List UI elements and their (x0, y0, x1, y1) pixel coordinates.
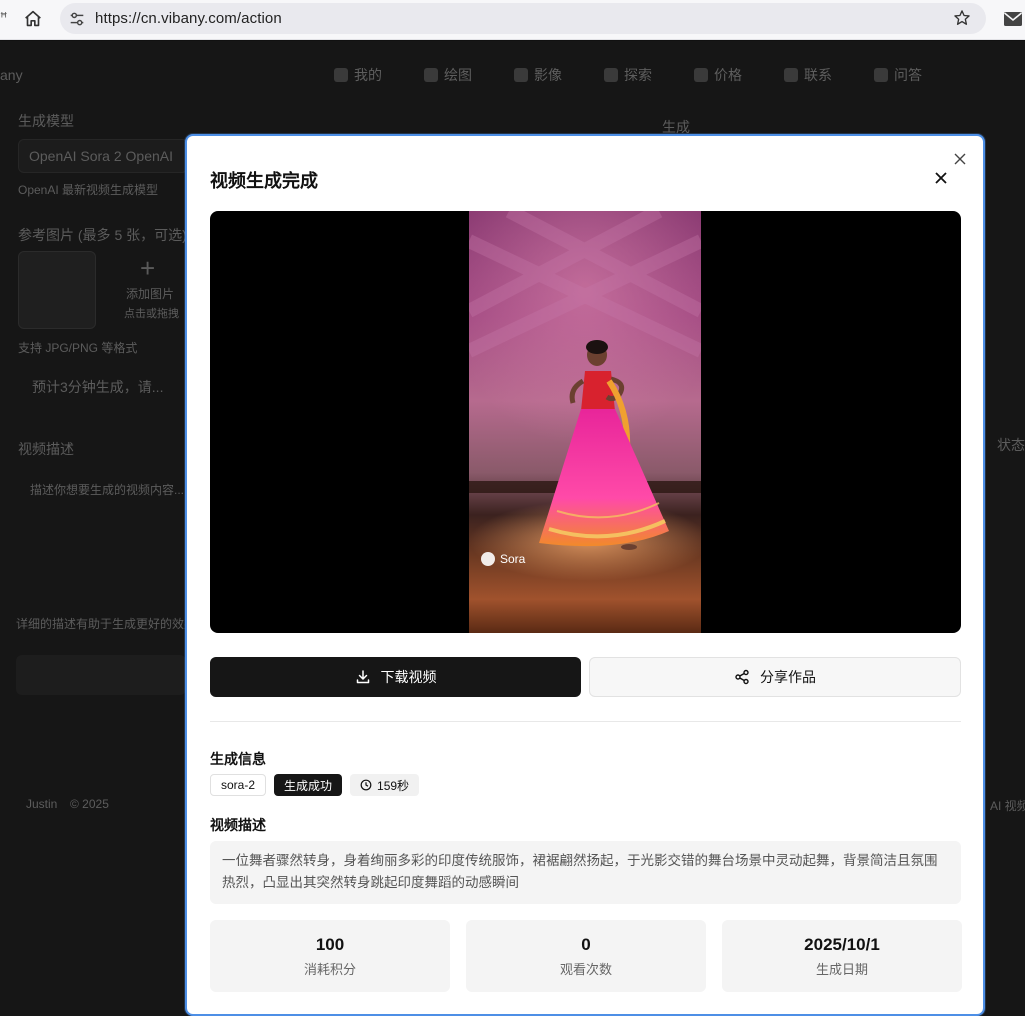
duration-tag: 159秒 (350, 774, 420, 796)
sora-watermark: Sora (481, 552, 525, 566)
add-image-plus-icon[interactable]: + (140, 253, 155, 284)
download-label: 下载视频 (380, 669, 437, 685)
download-video-button[interactable]: 下载视频 (210, 657, 581, 697)
model-hint: OpenAI 最新视频生成模型 (18, 183, 159, 197)
video-description: 一位舞者骤然转身，身着绚丽多彩的印度传统服饰，裙裾翩然扬起，于光影交错的舞台场景… (210, 841, 961, 904)
share-work-button[interactable]: 分享作品 (589, 657, 961, 697)
nav-item-faq[interactable]: 问答 (874, 65, 922, 85)
nav-item-contact[interactable]: 联系 (784, 65, 832, 85)
mail-icon[interactable] (1003, 11, 1023, 27)
share-label: 分享作品 (760, 669, 816, 685)
formats-hint: 支持 JPG/PNG 等格式 (18, 341, 138, 355)
model-select[interactable]: OpenAI Sora 2 OpenAI (18, 139, 188, 173)
video-frame: Sora (469, 211, 701, 633)
nav-item-pricing[interactable]: 价格 (694, 65, 742, 85)
stat-date-value: 2025/10/1 (804, 934, 880, 954)
model-value: OpenAI Sora 2 OpenAI (29, 148, 173, 164)
draw-icon (424, 68, 438, 82)
clock-icon (360, 779, 372, 791)
generation-tags: sora-2 生成成功 159秒 (210, 774, 420, 796)
stats-row: 100 消耗积分 0 观看次数 2025/10/1 生成日期 (210, 920, 962, 992)
modal-title: 视频生成完成 (210, 171, 318, 191)
desc-placeholder[interactable]: 描述你想要生成的视频内容... (30, 481, 184, 498)
dancer-scene (469, 211, 701, 581)
explore-icon (604, 68, 618, 82)
faq-icon (874, 68, 888, 82)
notice-text: 预计3分钟生成，请... (32, 379, 164, 395)
ref-images-label: 参考图片 (最多 5 张，可选) (18, 227, 187, 243)
nav-item-video[interactable]: 影像 (514, 65, 562, 85)
nav-item-mine[interactable]: 我的 (334, 65, 382, 85)
video-desc-label: 视频描述 (18, 441, 74, 457)
generation-info-title: 生成信息 (210, 751, 266, 767)
brand-fragment: any (0, 67, 23, 83)
footer-hint: 详细的描述有助于生成更好的效果 (16, 617, 197, 631)
sora-logo-icon (481, 552, 495, 566)
video-player[interactable]: Sora (210, 211, 961, 633)
footer-right: AI 视频 (990, 799, 1025, 813)
video-desc-title: 视频描述 (210, 817, 266, 833)
generate-button[interactable] (16, 655, 186, 695)
browser-toolbar: ꟸ https://cn.vibany.com/action (0, 0, 1025, 40)
share-icon (735, 669, 749, 685)
address-bar[interactable]: https://cn.vibany.com/action (60, 3, 986, 34)
model-section-label: 生成模型 (18, 113, 74, 129)
footer-author: Justin (26, 797, 58, 811)
footer-year: © 2025 (70, 797, 109, 811)
stat-credits-value: 100 (315, 934, 345, 954)
pricing-icon (694, 68, 708, 82)
close-icon[interactable] (933, 170, 949, 186)
home-icon[interactable] (22, 8, 44, 30)
stat-date: 2025/10/1 生成日期 (722, 920, 962, 992)
url-text[interactable]: https://cn.vibany.com/action (95, 10, 282, 27)
mine-icon (334, 68, 348, 82)
stat-credits-label: 消耗积分 (303, 961, 356, 977)
add-image-label[interactable]: 添加图片 (126, 285, 174, 302)
nav-item-explore[interactable]: 探索 (604, 65, 652, 85)
section-divider (210, 721, 961, 722)
bookmark-star-icon[interactable] (952, 8, 972, 28)
stat-views: 0 观看次数 (466, 920, 706, 992)
right-edge-text: 状态 (997, 437, 1025, 453)
stat-views-value: 0 (581, 934, 591, 954)
extension-icon[interactable]: ꟸ (0, 10, 8, 28)
site-settings-icon[interactable] (68, 10, 86, 28)
video-icon (514, 68, 528, 82)
stat-date-label: 生成日期 (815, 961, 868, 977)
video-complete-modal: 视频生成完成 Sora 下载视频 分享作品 生成信息 sora-2 生成成功 1… (185, 134, 985, 1016)
stat-credits: 100 消耗积分 (210, 920, 450, 992)
nav-item-draw[interactable]: 绘图 (424, 65, 472, 85)
reference-image-thumb[interactable] (18, 251, 96, 329)
download-icon (356, 670, 369, 684)
contact-icon (784, 68, 798, 82)
add-image-sub: 点击或拖拽 (124, 308, 179, 320)
stat-views-label: 观看次数 (559, 961, 612, 977)
dialog-close-icon[interactable] (953, 152, 967, 166)
status-badge: 生成成功 (274, 774, 343, 796)
model-tag: sora-2 (210, 774, 267, 796)
